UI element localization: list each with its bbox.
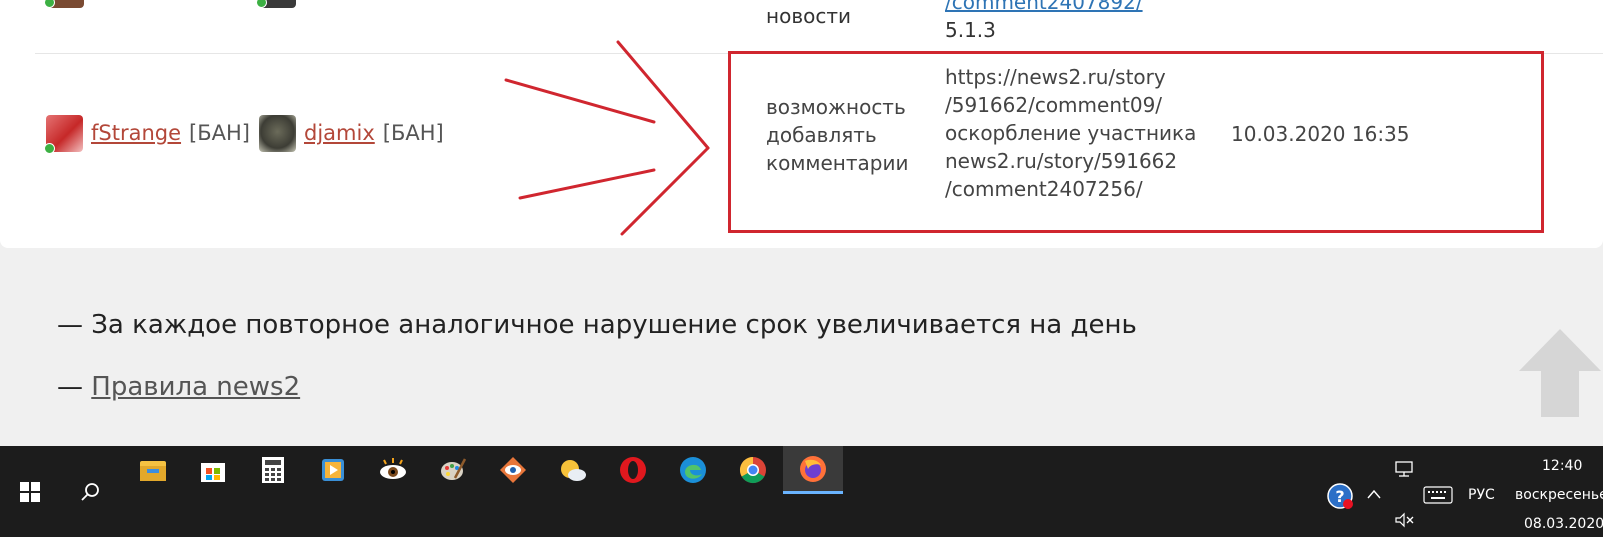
taskbar-eye-app[interactable]	[363, 446, 423, 494]
banned-user: djamix [БАН]	[259, 114, 444, 152]
previous-comment-link[interactable]: /comment2407892/	[945, 0, 1143, 16]
help-icon[interactable]: ?	[1326, 482, 1354, 510]
chrome-icon	[739, 456, 766, 484]
search-button[interactable]	[60, 446, 120, 537]
search-icon	[81, 482, 99, 501]
chevron-up-icon[interactable]	[1366, 488, 1382, 500]
windows-taskbar: ? РУС 12:40 воскресенье 08.03.2020	[0, 446, 1603, 537]
moderator-avatar[interactable]	[44, 114, 83, 154]
weather-icon	[561, 460, 586, 481]
taskbar-edge[interactable]	[663, 446, 723, 494]
firefox-icon	[800, 455, 826, 482]
taskbar-file-explorer[interactable]	[123, 446, 183, 494]
online-status-icon	[44, 142, 55, 154]
start-button[interactable]	[0, 446, 60, 537]
taskbar-calculator[interactable]	[243, 446, 303, 494]
moderator-ban-tag: [БАН]	[189, 121, 250, 145]
volume-muted-icon[interactable]	[1394, 512, 1416, 528]
file-explorer-icon	[140, 461, 166, 481]
moderator: fStrange [БАН]	[44, 114, 250, 154]
taskbar-opera[interactable]	[603, 446, 663, 494]
taskbar-media-player[interactable]	[303, 446, 363, 494]
network-icon[interactable]	[1394, 460, 1416, 478]
previous-reason: новости	[766, 4, 851, 28]
repeat-violation-note: — За каждое повторное аналогичное наруше…	[57, 310, 1137, 340]
taskbar-chrome[interactable]	[723, 446, 783, 494]
rules-link[interactable]: Правила news2	[91, 372, 300, 402]
clock-time[interactable]: 12:40	[1542, 458, 1582, 474]
taskbar-weather[interactable]	[543, 446, 603, 494]
rules-line: — Правила news2	[57, 372, 300, 402]
paint-palette-icon	[441, 458, 467, 480]
media-player-icon	[322, 459, 344, 481]
user-avatar[interactable]	[259, 114, 296, 152]
taskbar-firefox[interactable]	[783, 446, 843, 494]
edge-icon	[680, 457, 706, 483]
rules-dash: —	[57, 372, 83, 402]
keyboard-icon[interactable]	[1423, 486, 1453, 504]
annotation-highlight-box	[728, 51, 1544, 233]
annotation-arrows-icon	[504, 40, 710, 236]
eye-app-icon	[380, 458, 406, 479]
scroll-to-top-icon[interactable]	[1517, 327, 1603, 419]
moderator-link[interactable]: fStrange	[91, 121, 181, 145]
taskbar-photo-viewer[interactable]	[483, 446, 543, 494]
opera-icon	[620, 457, 646, 483]
clock-date[interactable]: 08.03.2020	[1524, 516, 1603, 532]
user-link[interactable]: djamix	[304, 121, 375, 145]
calculator-icon	[262, 457, 284, 483]
user-ban-tag: [БАН]	[382, 121, 444, 145]
taskbar-store[interactable]	[183, 446, 243, 494]
windows-logo-icon	[20, 481, 40, 502]
taskbar-paint[interactable]	[423, 446, 483, 494]
photo-viewer-icon	[500, 457, 526, 483]
language-indicator[interactable]: РУС	[1468, 487, 1495, 503]
clock-day[interactable]: воскресенье	[1515, 487, 1603, 503]
previous-detail: 5.1.3	[945, 18, 996, 42]
store-icon	[201, 463, 225, 482]
